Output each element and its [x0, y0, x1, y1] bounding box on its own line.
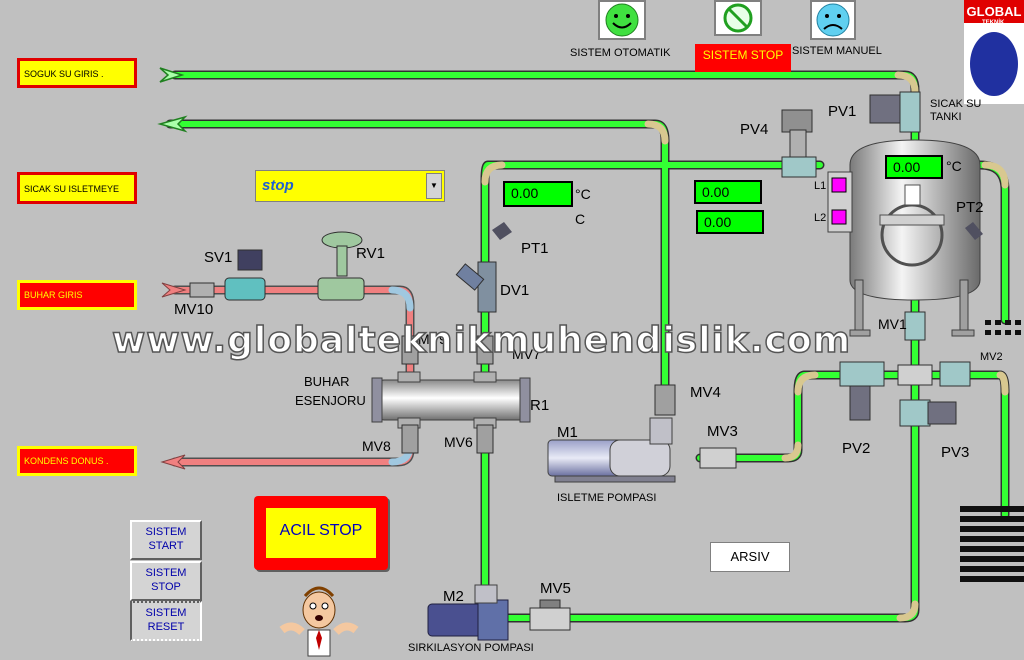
- isletme-pompasi-label: ISLETME POMPASI: [557, 492, 657, 504]
- level-column: [827, 171, 853, 233]
- pt1-unit2: C: [575, 211, 586, 227]
- smile-icon: [605, 3, 639, 37]
- auto-mode-button[interactable]: [598, 0, 646, 40]
- sirkilasyon-pompasi-label: SIRKILASYON POMPASI: [408, 642, 534, 654]
- drain-grill-2: [960, 506, 1024, 582]
- system-reset-button[interactable]: SISTEM RESET: [130, 601, 202, 641]
- logo-subtext: TEKNİK: [982, 20, 1005, 26]
- forbidden-icon: [723, 3, 753, 33]
- system-stop-button[interactable]: SISTEM STOP: [130, 561, 202, 601]
- archive-button[interactable]: ARSIV: [710, 542, 790, 572]
- manual-mode-button[interactable]: [810, 0, 856, 40]
- tank-unit: °C: [946, 158, 962, 174]
- panic-figure-icon: [279, 586, 359, 657]
- system-start-line1: SISTEM: [145, 526, 187, 538]
- mv5-label: MV5: [540, 580, 571, 597]
- pv3-label: PV3: [941, 444, 970, 461]
- pt2-label: PT2: [956, 199, 984, 216]
- m2-label: M2: [443, 588, 464, 605]
- m1-label: M1: [557, 424, 578, 441]
- mv8-label: MV8: [362, 438, 391, 454]
- pump-m2: [427, 584, 509, 641]
- mv1-label: MV1: [878, 316, 907, 332]
- pt1-label: PT1: [521, 240, 549, 257]
- mv6-label: MV6: [444, 434, 473, 450]
- pt1-unit: °C: [575, 186, 591, 202]
- company-logo: GLOBAL TEKNİK: [964, 0, 1024, 104]
- sad-face-icon: [816, 3, 850, 37]
- mv4-label: MV4: [690, 384, 721, 401]
- rv1-label: RV1: [356, 245, 385, 262]
- buhar-label: BUHAR: [304, 374, 350, 389]
- r1-label: R1: [530, 397, 550, 414]
- mv10-label: MV10: [174, 301, 214, 318]
- system-reset-line2: RESET: [147, 621, 185, 633]
- steam-arrow: [161, 282, 187, 298]
- tank-label: SICAK SU TANKI: [930, 98, 982, 123]
- pv4-label: PV4: [740, 121, 769, 138]
- chevron-down-icon[interactable]: ▼: [426, 173, 442, 199]
- dv1-label: DV1: [500, 282, 530, 299]
- tank-temp-display: 0.00: [885, 155, 943, 179]
- pv2-label: PV2: [842, 440, 871, 457]
- system-reset-line1: SISTEM: [145, 607, 187, 619]
- auto-mode-label: SISTEM OTOMATIK: [570, 47, 671, 59]
- l1-label: L1: [814, 180, 827, 192]
- system-stop-line2: STOP: [151, 581, 181, 593]
- middle-bottom-display: 0.00: [696, 210, 764, 234]
- middle-top-display: 0.00: [694, 180, 762, 204]
- esenjoru-label: ESENJORU: [295, 393, 366, 408]
- emergency-stop-button[interactable]: ACIL STOP: [254, 496, 388, 570]
- mode-select[interactable]: stop ▼: [255, 170, 445, 202]
- sv1-label: SV1: [204, 249, 233, 266]
- mv2-label: MV2: [980, 351, 1003, 363]
- system-stop-line1: SISTEM: [145, 567, 187, 579]
- mv3-label: MV3: [707, 423, 738, 440]
- mode-select-value: stop: [262, 177, 294, 194]
- system-start-button[interactable]: SISTEM START: [130, 520, 202, 560]
- stop-mode-button[interactable]: [714, 0, 762, 36]
- stop-mode-label[interactable]: SISTEM STOP: [695, 44, 791, 72]
- hot-water-out-label: SICAK SU ISLETMEYE: [17, 172, 137, 204]
- condensate-return-label: KONDENS DONUS .: [17, 446, 137, 476]
- pt1-temp-display: 0.00: [503, 181, 573, 207]
- website-watermark: www.globalteknikmuhendislik.com: [111, 319, 852, 362]
- system-start-line2: START: [148, 540, 184, 552]
- heat-exchanger: [371, 371, 531, 429]
- emergency-stop-label: ACIL STOP: [266, 508, 376, 558]
- steam-in-label: BUHAR GIRIS: [17, 280, 137, 310]
- pv1-label: PV1: [828, 103, 857, 120]
- l2-label: L2: [814, 212, 827, 224]
- manual-mode-label: SISTEM MANUEL: [792, 45, 882, 57]
- cold-water-in-label: SOGUK SU GIRIS .: [17, 58, 137, 88]
